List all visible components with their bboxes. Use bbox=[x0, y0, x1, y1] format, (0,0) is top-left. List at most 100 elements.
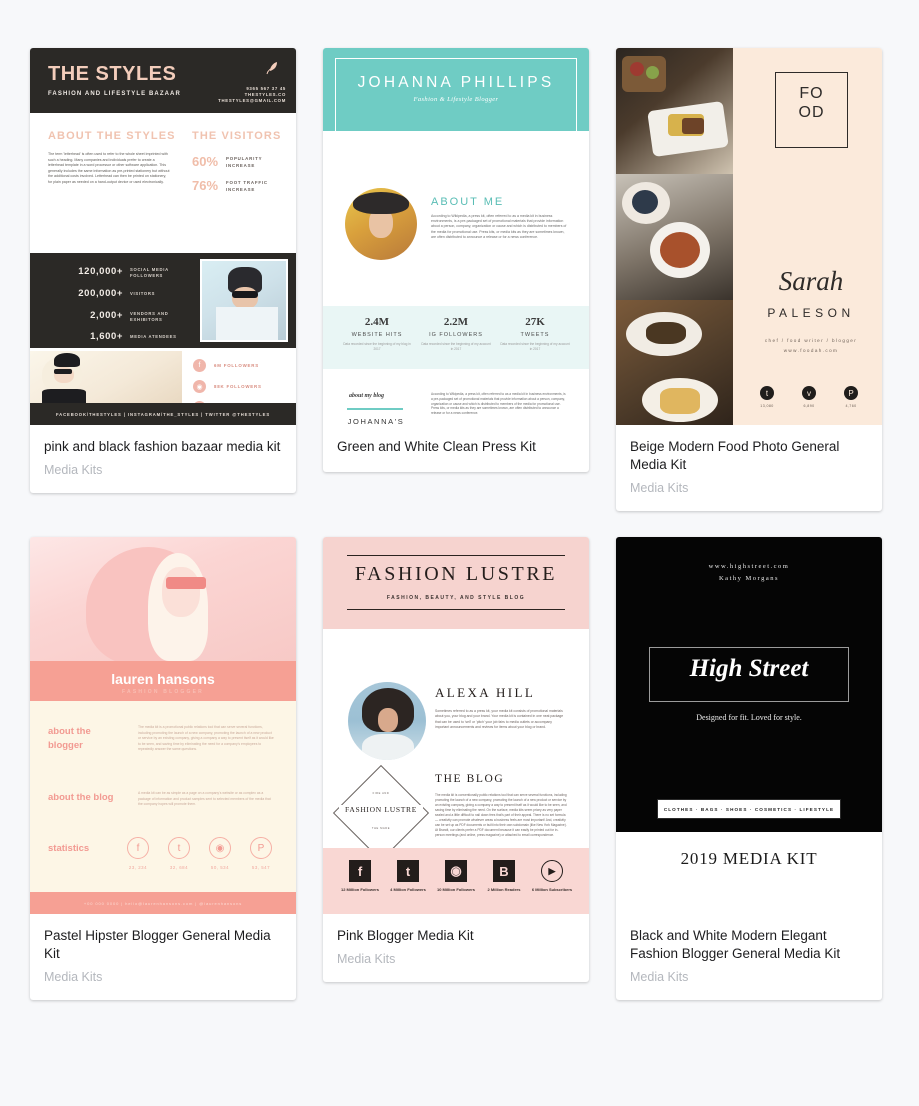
media-kit-year: 2019 MEDIA KIT bbox=[680, 849, 818, 868]
stat-note-1: Data recorded since the beginning of my … bbox=[343, 342, 411, 351]
youtube-label: 6 Million Subscribers bbox=[531, 887, 573, 892]
card-category: Media Kits bbox=[630, 481, 689, 495]
count-label-3: VENDORS AND EXHIBITORS bbox=[130, 311, 169, 322]
vimeo-count: 6,890 bbox=[803, 404, 815, 408]
blogger-name: lauren hansons bbox=[111, 671, 215, 687]
card-title: Green and White Clean Press Kit bbox=[337, 439, 536, 454]
card-category: Media Kits bbox=[337, 952, 396, 966]
instagram-count: 50, 534 bbox=[210, 865, 230, 870]
facebook-icon: f bbox=[127, 837, 149, 859]
thumbnail-preview-5[interactable]: FASHION LUSTRE FASHION, BEAUTY, AND STYL… bbox=[323, 537, 589, 914]
card-meta-1: pink and black fashion bazaar media kit … bbox=[30, 425, 296, 493]
owner-name: Kathy Morgans bbox=[718, 575, 779, 582]
instagram-label: 10 Million Followers bbox=[436, 887, 475, 892]
card-title: Black and White Modern Elegant Fashion B… bbox=[630, 928, 841, 961]
last-name: PALESON bbox=[767, 306, 855, 320]
card-title: Pastel Hipster Blogger General Media Kit bbox=[44, 928, 271, 961]
count-value-3: 2,000+ bbox=[90, 310, 123, 321]
instagram-icon: ◉ bbox=[193, 380, 206, 393]
twitter-icon: t bbox=[168, 837, 190, 859]
template-card-2[interactable]: JOHANNA PHILLIPS Fashion & Lifestyle Blo… bbox=[323, 48, 589, 472]
blog-name: JOHANNA'S LIFE bbox=[347, 417, 405, 425]
thumbnail-preview-1[interactable]: THE STYLES FASHION AND LIFESTYLE BAZAAR … bbox=[30, 48, 296, 425]
card-title: pink and black fashion bazaar media kit bbox=[44, 439, 281, 454]
card-title: Beige Modern Food Photo General Media Ki… bbox=[630, 439, 840, 472]
divider bbox=[347, 408, 403, 410]
website-text: www.foodah.com bbox=[783, 348, 839, 353]
social-label-2: 88K FOLLOWERS bbox=[214, 384, 262, 389]
thumbnail-preview-2[interactable]: JOHANNA PHILLIPS Fashion & Lifestyle Blo… bbox=[323, 48, 589, 425]
contact-block: 9365 567 37 45 THESTYLES.CO THESTYLES@GM… bbox=[218, 86, 286, 104]
twitter-icon: t bbox=[760, 386, 774, 400]
section-2-title: about the blog bbox=[48, 792, 114, 803]
diamond-bottom-text: THE MADE bbox=[371, 827, 391, 830]
twitter-label: 4 Million Followers bbox=[390, 887, 426, 892]
facebook-label: 12 Million Followers bbox=[340, 887, 379, 892]
card-meta-2: Green and White Clean Press Kit bbox=[323, 425, 589, 472]
stat-label-2: IG FOLLOWERS bbox=[429, 332, 483, 338]
blogger-name: JOHANNA PHILLIPS bbox=[357, 74, 555, 91]
stat-label-1: WEBSITE HITS bbox=[351, 332, 403, 338]
diamond-top-text: FIRE AND bbox=[372, 792, 390, 795]
template-card-1[interactable]: THE STYLES FASHION AND LIFESTYLE BAZAAR … bbox=[30, 48, 296, 493]
stat-note-3: Data recorded since the beginning of my … bbox=[500, 342, 570, 351]
card-category: Media Kits bbox=[44, 463, 103, 477]
logo-line-2: OD bbox=[798, 104, 825, 121]
pinterest-icon: P bbox=[250, 837, 272, 859]
role-text: chef / food writer / blogger bbox=[764, 338, 858, 343]
card-meta-4: Pastel Hipster Blogger General Media Kit… bbox=[30, 914, 296, 1000]
pinterest-count: 53, 547 bbox=[251, 865, 271, 870]
logo-line-1: FO bbox=[799, 85, 824, 102]
instagram-icon: ◉ bbox=[445, 860, 467, 882]
thumbnail-preview-3[interactable]: FO OD Sarah PALESON chef / food writer /… bbox=[616, 48, 882, 425]
count-value-1: 120,000+ bbox=[78, 266, 123, 277]
brand-tagline: FASHION, BEAUTY, AND STYLE BLOG bbox=[386, 595, 526, 601]
website-url: www.highstreet.com bbox=[708, 563, 790, 570]
section-3-title: statistics bbox=[48, 843, 90, 854]
blog-body: According to Wikipedia, a press kit, oft… bbox=[431, 392, 566, 416]
section-1-body: The media kit is a promotional public re… bbox=[138, 725, 274, 752]
food-photo-collage bbox=[616, 48, 733, 425]
visitor-stat-value-2: 76% bbox=[192, 178, 219, 193]
contact-email: THESTYLES@GMAIL.COM bbox=[218, 98, 286, 103]
visitor-stat-label-2: FOOT TRAFFIC INCREASE bbox=[226, 180, 268, 192]
template-card-4[interactable]: lauren hansons FASHION BLOGGER about the… bbox=[30, 537, 296, 1000]
category-strip: CLOTHES · BAGS · SHOES · COSMETICS · LIF… bbox=[657, 799, 841, 819]
twitter-icon: t bbox=[397, 860, 419, 882]
card-meta-5: Pink Blogger Media Kit Media Kits bbox=[323, 914, 589, 982]
count-value-4: 1,600+ bbox=[90, 331, 123, 342]
template-card-6[interactable]: www.highstreet.com Kathy Morgans High St… bbox=[616, 537, 882, 1000]
section-2-body: A media kit can be as simple as a page o… bbox=[138, 791, 271, 807]
model-photo bbox=[30, 351, 182, 403]
brand-title: THE STYLES bbox=[48, 63, 177, 85]
section-1-title: about the blogger bbox=[48, 726, 91, 751]
blog-body: The media kit is conventionally public r… bbox=[435, 793, 567, 837]
template-card-5[interactable]: FASHION LUSTRE FASHION, BEAUTY, AND STYL… bbox=[323, 537, 589, 982]
count-label-1: SOCIAL MEDIA FOLLOWERS bbox=[130, 267, 169, 278]
card-category: Media Kits bbox=[630, 970, 689, 984]
rule-top bbox=[347, 555, 565, 556]
about-heading: ABOUT ME bbox=[431, 196, 505, 208]
footer-links: FACEBOOK/THESTYLES | INSTAGRAM/THE_STYLE… bbox=[30, 403, 296, 425]
brand-slogan: Designed for fit. Loved for style. bbox=[696, 713, 802, 722]
blogger-label: 2 Million Readers bbox=[487, 887, 521, 892]
thumbnail-preview-6[interactable]: www.highstreet.com Kathy Morgans High St… bbox=[616, 537, 882, 914]
count-label-4: MEDIA ATENDEES bbox=[130, 334, 177, 339]
brand-title: High Street bbox=[689, 655, 809, 682]
brand-title: FASHION LUSTRE bbox=[354, 563, 558, 585]
twitter-count: 13,080 bbox=[760, 404, 774, 408]
hero-photo bbox=[30, 537, 296, 661]
card-category: Media Kits bbox=[44, 970, 103, 984]
template-card-3[interactable]: FO OD Sarah PALESON chef / food writer /… bbox=[616, 48, 882, 511]
about-body: The term 'letterhead' is often used to r… bbox=[48, 152, 170, 184]
card-meta-6: Black and White Modern Elegant Fashion B… bbox=[616, 914, 882, 1000]
photo-frame bbox=[200, 259, 288, 342]
stat-value-3: 27K bbox=[525, 316, 545, 328]
thumbnail-preview-4[interactable]: lauren hansons FASHION BLOGGER about the… bbox=[30, 537, 296, 914]
about-body: Sometimes referred to as a press kit, yo… bbox=[435, 709, 564, 730]
about-body: According to Wikipedia, a press kit, oft… bbox=[431, 214, 567, 239]
pinterest-icon: P bbox=[844, 386, 858, 400]
pinterest-count: 4,760 bbox=[845, 404, 857, 408]
blog-heading: THE BLOG bbox=[435, 773, 505, 785]
count-label-2: VISITORS bbox=[130, 291, 156, 296]
